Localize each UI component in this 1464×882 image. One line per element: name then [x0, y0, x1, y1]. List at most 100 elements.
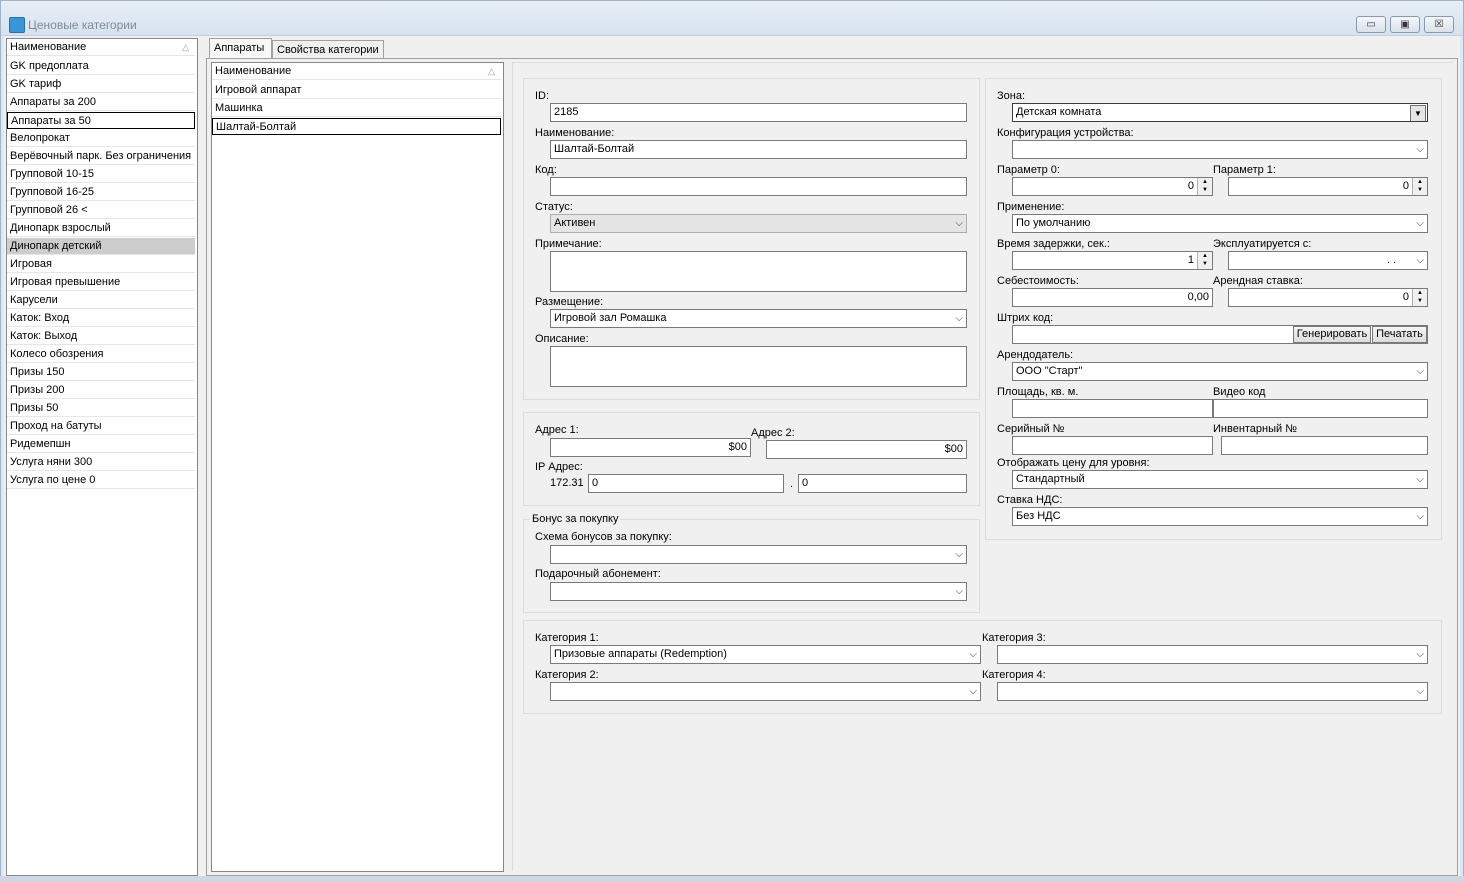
list-item[interactable]: Групповой 10-15 [7, 166, 195, 183]
list-item[interactable]: Аппараты за 200 [7, 94, 195, 111]
landlord-label: Арендодатель: [997, 349, 1074, 361]
list-item[interactable]: GK предоплата [7, 58, 195, 75]
list-item[interactable]: Групповой 26 < [7, 202, 195, 219]
spinner-icon[interactable]: ▲ ▼ [1412, 178, 1427, 195]
devices-list[interactable]: Наименование △ Игровой аппарат Машинка Ш… [211, 62, 504, 872]
app-icon [9, 17, 25, 33]
tab-category-properties[interactable]: Свойства категории [272, 40, 384, 59]
list-item[interactable]: Призы 50 [7, 400, 195, 417]
price-level-select[interactable]: Стандартный ⌵ [1012, 470, 1428, 489]
list-item[interactable]: Ридемепшн [7, 436, 195, 453]
chevron-down-icon: ⌵ [1416, 511, 1424, 522]
list-item[interactable]: Призы 200 [7, 382, 195, 399]
serial-field[interactable] [1012, 436, 1213, 455]
description-textarea[interactable] [550, 346, 967, 387]
chevron-down-icon: ⌵ [955, 586, 963, 597]
zone-select[interactable]: Детская комната ▼ [1012, 103, 1428, 122]
list-item[interactable]: Шалтай-Болтай [212, 118, 501, 135]
chevron-down-icon: ⌵ [955, 218, 963, 229]
cat1-label: Категория 1: [535, 632, 599, 644]
ip-part2-field[interactable]: 0 [798, 474, 967, 493]
list-item[interactable]: Динопарк детский [7, 238, 195, 255]
cost-field[interactable]: 0,00 [1012, 288, 1213, 307]
landlord-select[interactable]: ООО "Старт" ⌵ [1012, 362, 1428, 381]
print-button[interactable]: Печатать [1372, 326, 1427, 343]
id-field[interactable]: 2185 [550, 103, 967, 122]
param0-field[interactable]: 0 ▲ ▼ [1012, 177, 1213, 196]
gift-select[interactable]: ⌵ [550, 582, 967, 601]
list-item[interactable]: Каток: Вход [7, 310, 195, 327]
config-label: Конфигурация устройства: [997, 127, 1134, 139]
bonus-group-title: Бонус за покупку [530, 513, 621, 525]
list-item[interactable]: Динопарк взрослый [7, 220, 195, 237]
inventory-field[interactable] [1221, 436, 1428, 455]
list-item[interactable]: Призы 150 [7, 364, 195, 381]
list-item[interactable]: Игровой аппарат [212, 82, 501, 99]
devices-header[interactable]: Наименование △ [212, 63, 501, 80]
window-bottom-border [0, 876, 1464, 882]
generate-button[interactable]: Генерировать [1293, 326, 1371, 343]
apply-select[interactable]: По умолчанию ⌵ [1012, 214, 1428, 233]
status-select[interactable]: Активен ⌵ [550, 214, 967, 233]
list-item[interactable]: Аппараты за 50 [7, 112, 195, 129]
spinner-icon[interactable]: ▲ ▼ [1412, 289, 1427, 306]
cat3-label: Категория 3: [982, 632, 1046, 644]
delay-label: Время задержки, сек.: [997, 238, 1110, 250]
list-item[interactable]: Услуга няни 300 [7, 454, 195, 471]
addr2-field[interactable]: $00 [766, 440, 967, 459]
categories-list[interactable]: Наименование △ GK предоплата GK тариф Аппа… [6, 38, 198, 876]
vat-label: Ставка НДС: [997, 494, 1063, 506]
spinner-icon[interactable]: ▲ ▼ [1197, 178, 1212, 195]
bonus-scheme-select[interactable]: ⌵ [550, 545, 967, 564]
addr1-field[interactable]: $00 [550, 438, 751, 457]
list-item[interactable]: Колесо обозрения [7, 346, 195, 363]
chevron-down-icon: ⌵ [1416, 366, 1424, 377]
vat-select[interactable]: Без НДС ⌵ [1012, 507, 1428, 526]
close-button[interactable]: ☒ [1424, 16, 1454, 33]
categories-header[interactable]: Наименование △ [7, 39, 195, 56]
list-item[interactable]: Услуга по цене 0 [7, 472, 195, 489]
list-item[interactable]: Проход на батуты [7, 418, 195, 435]
list-item[interactable]: GK тариф [7, 76, 195, 93]
rent-field[interactable]: 0 ▲ ▼ [1228, 288, 1428, 307]
list-item[interactable]: Групповой 16-25 [7, 184, 195, 201]
list-item[interactable]: Игровая превышение [7, 274, 195, 291]
cat3-select[interactable]: ⌵ [997, 645, 1428, 664]
list-item[interactable]: Каток: Выход [7, 328, 195, 345]
config-select[interactable]: ⌵ [1012, 140, 1428, 159]
sort-icon: △ [488, 66, 495, 76]
video-code-field[interactable] [1213, 399, 1428, 418]
list-item[interactable]: Игровая [7, 256, 195, 273]
delay-field[interactable]: 1 ▲ ▼ [1012, 251, 1213, 270]
list-item[interactable]: Машинка [212, 100, 501, 117]
list-item[interactable]: Карусели [7, 292, 195, 309]
spin-up-icon: ▲ [1202, 253, 1208, 259]
spinner-icon[interactable]: ▲ ▼ [1197, 252, 1212, 269]
note-textarea[interactable] [550, 251, 967, 292]
cat1-select[interactable]: Призовые аппараты (Redemption) ⌵ [550, 645, 981, 664]
cat2-select[interactable]: ⌵ [550, 682, 981, 701]
chevron-down-icon: ⌵ [1416, 218, 1424, 229]
param1-field[interactable]: 0 ▲ ▼ [1228, 177, 1428, 196]
param0-value: 0 [1187, 180, 1194, 192]
spin-up-icon: ▲ [1417, 179, 1423, 185]
chevron-down-icon: ⌵ [969, 649, 977, 660]
categories-header-label: Наименование [10, 41, 87, 53]
code-field[interactable] [550, 177, 967, 196]
ip-part1-field[interactable]: 0 [588, 474, 784, 493]
chevron-down-icon: ▼ [1410, 105, 1426, 121]
list-item[interactable]: Верёвочный парк. Без ограничения [7, 148, 195, 165]
chevron-down-icon: ⌵ [969, 686, 977, 697]
minimize-button[interactable]: ▭ [1356, 16, 1386, 33]
area-field[interactable] [1012, 399, 1213, 418]
ip-label: IP Адрес: [535, 461, 583, 473]
list-item[interactable]: Велопрокат [7, 130, 195, 147]
cat4-select[interactable]: ⌵ [997, 682, 1428, 701]
placement-select[interactable]: Игровой зал Ромашка ⌵ [550, 309, 967, 328]
title-bar: Ценовые категории ▭ ▣ ☒ [1, 1, 1463, 36]
name-field[interactable]: Шалтай-Болтай [550, 140, 967, 159]
exploit-date-field[interactable]: . . ⌵ [1228, 251, 1428, 270]
addr1-label: Адрес 1: [535, 424, 579, 436]
tab-devices[interactable]: Аппараты [209, 38, 272, 59]
maximize-button[interactable]: ▣ [1390, 16, 1420, 33]
